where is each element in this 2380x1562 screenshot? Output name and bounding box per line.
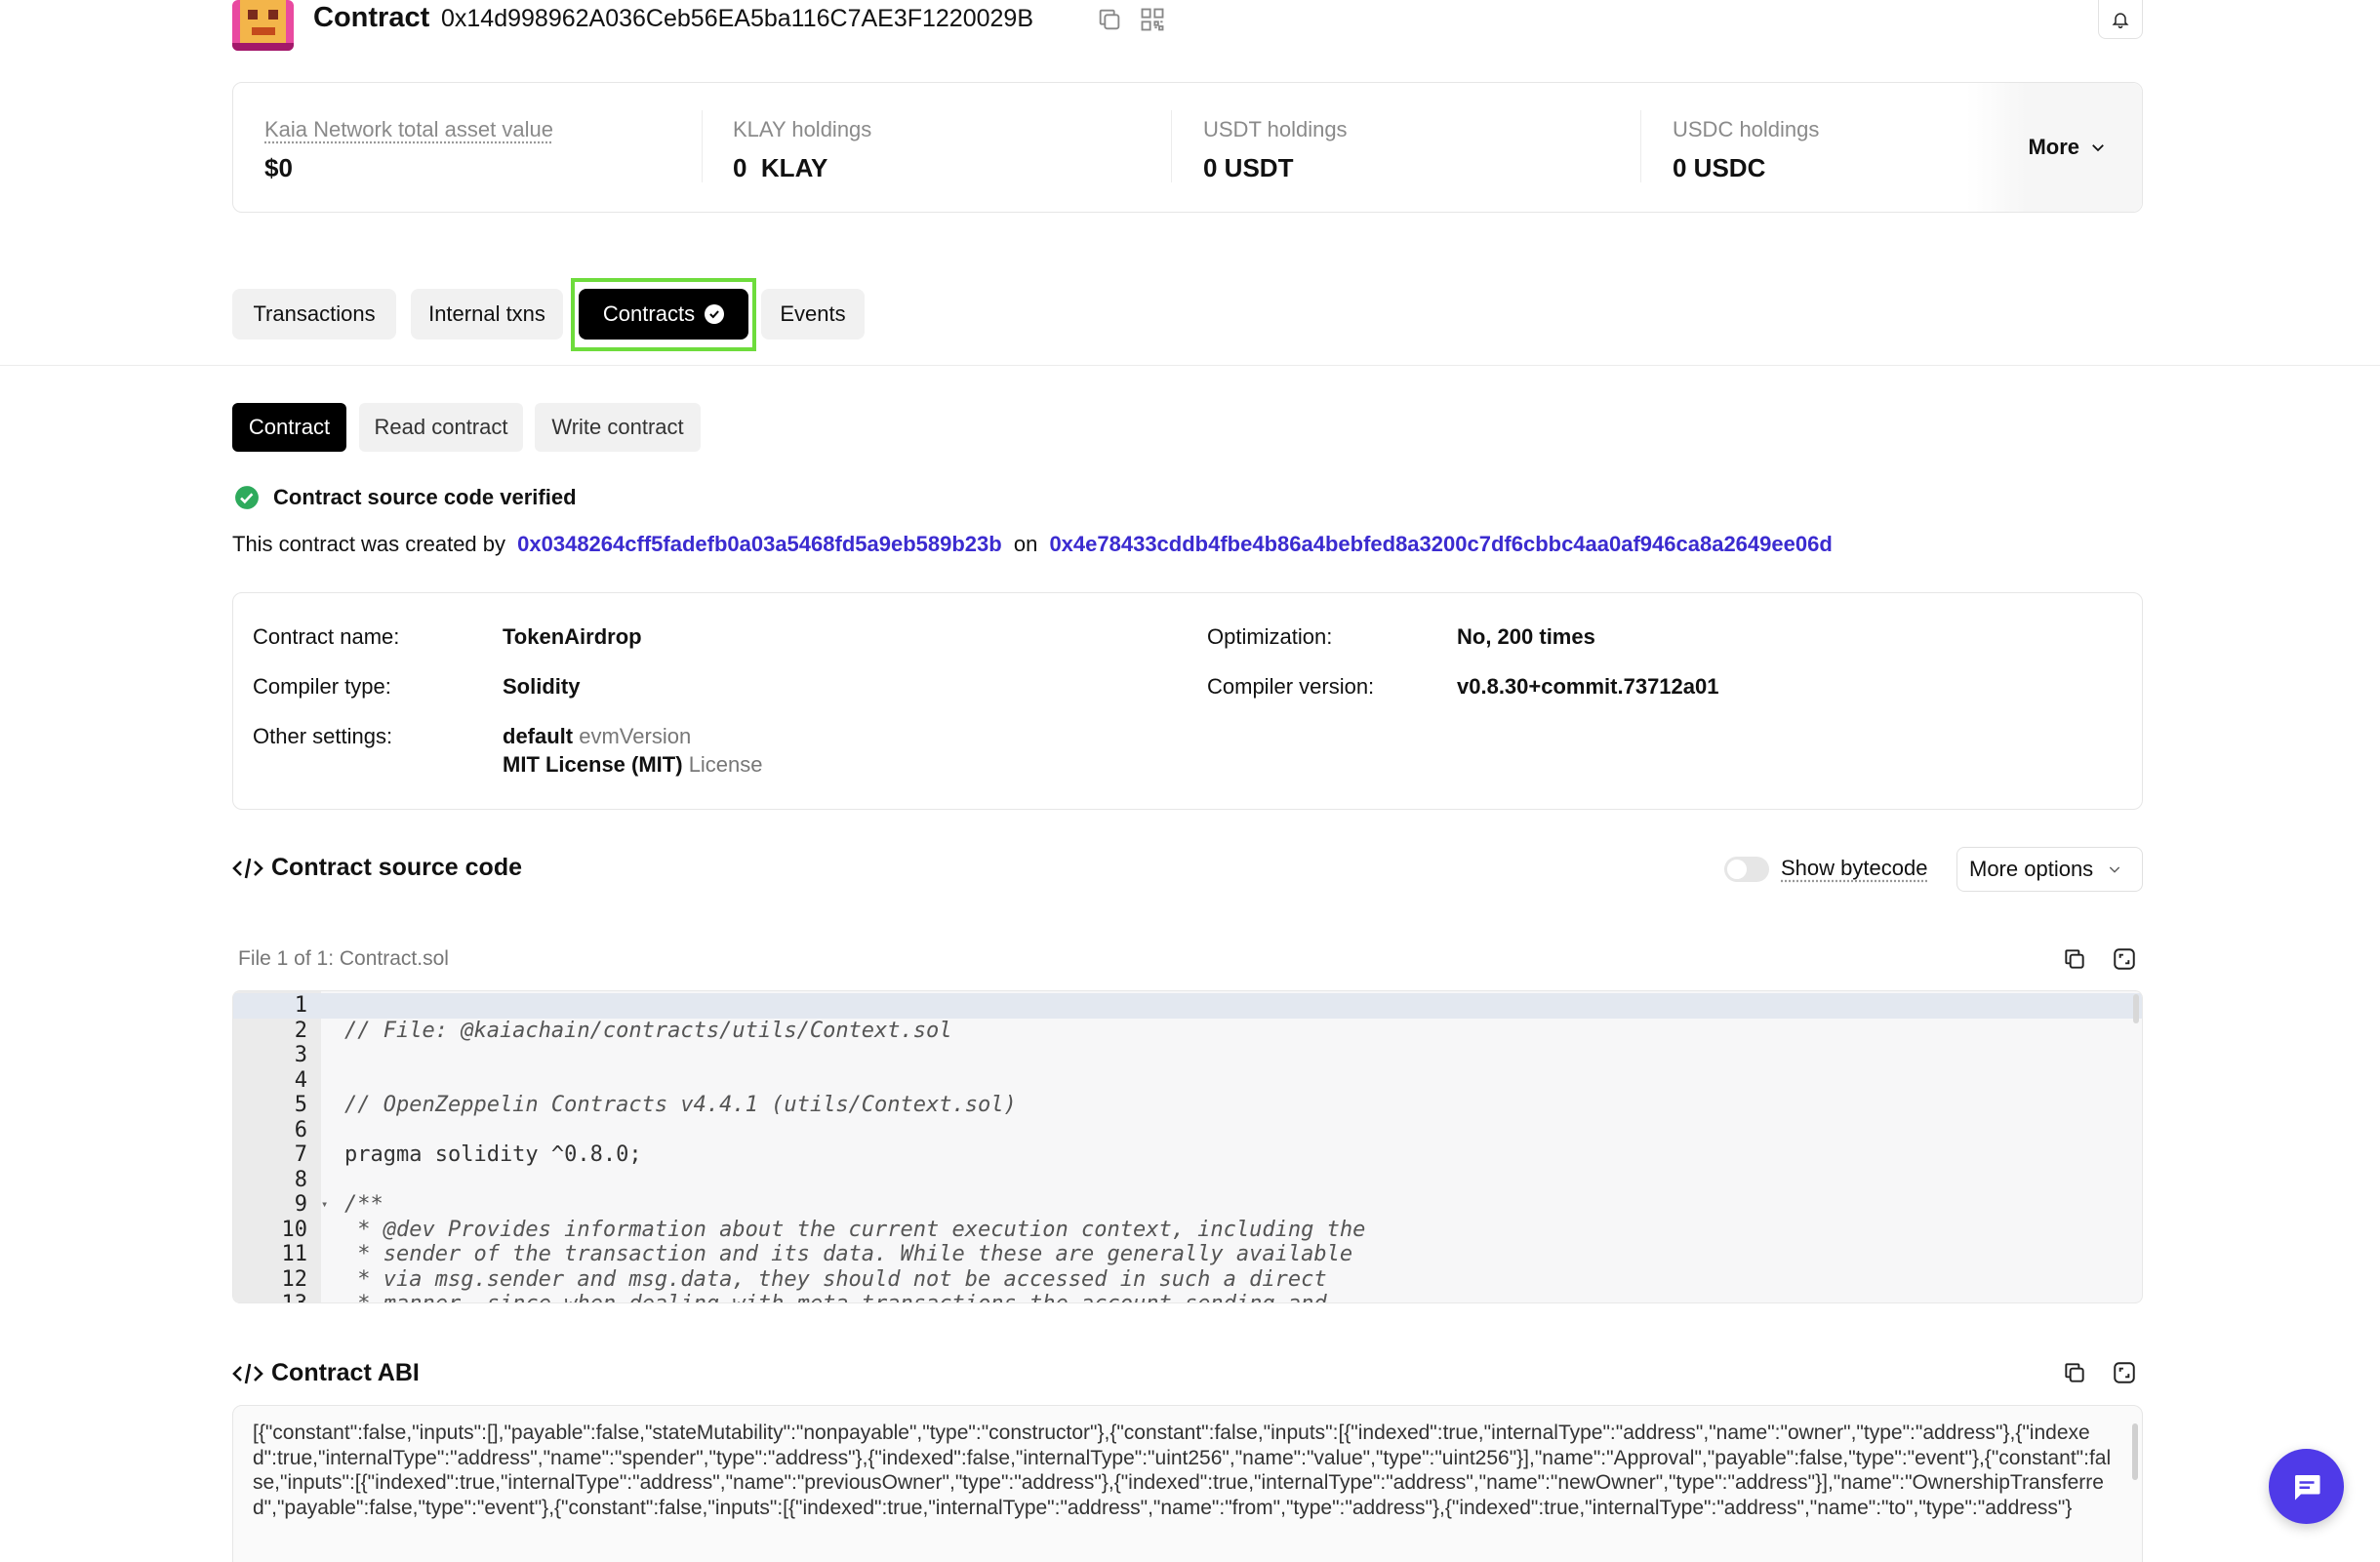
subtab-label: Write contract <box>551 415 684 439</box>
code-icon <box>232 1363 263 1383</box>
tab-label: Transactions <box>253 301 376 326</box>
compiler-version-value: v0.8.30+commit.73712a01 <box>1457 674 1719 699</box>
total-asset-value: $0 <box>264 153 293 182</box>
code-line: 9 ▾/** <box>294 1192 383 1218</box>
usdt-holdings-value: 0 USDT <box>1203 153 1294 182</box>
chevron-down-icon <box>2092 144 2104 152</box>
copy-icon[interactable] <box>2060 944 2089 974</box>
created-on: on <box>1013 532 1038 556</box>
check-circle-icon <box>235 486 259 509</box>
expand-icon[interactable] <box>2110 944 2139 974</box>
subtab-read-contract[interactable]: Read contract <box>359 403 523 452</box>
file-label: File 1 of 1: Contract.sol <box>238 947 449 970</box>
code-line: 5// OpenZeppelin Contracts v4.4.1 (utils… <box>294 1093 1017 1117</box>
copy-icon[interactable] <box>2060 1358 2089 1387</box>
tab-label: Internal txns <box>428 301 545 326</box>
abi-title-text: Contract ABI <box>271 1359 420 1386</box>
qr-code-icon[interactable] <box>1139 6 1166 33</box>
creation-info: This contract was created by 0x0348264cf… <box>232 532 1833 557</box>
holdings-divider <box>1171 110 1172 182</box>
tab-label: Events <box>780 301 846 326</box>
subtab-label: Contract <box>248 415 331 439</box>
more-holdings-button[interactable]: More <box>1966 83 2142 212</box>
code-line: 10 * @dev Provides information about the… <box>281 1217 1366 1242</box>
holdings-card: Kaia Network total asset value $0 KLAY h… <box>232 82 2143 213</box>
contract-name-label: Contract name: <box>253 624 400 649</box>
holdings-divider <box>702 110 703 182</box>
code-line: 4 <box>294 1067 307 1093</box>
other-settings-label: Other settings: <box>253 724 393 748</box>
code-line: 6 <box>294 1117 307 1142</box>
bell-icon <box>2112 12 2129 28</box>
source-code-title: Contract source code <box>232 854 522 882</box>
optimization-value: No, 200 times <box>1457 624 1595 649</box>
show-bytecode-label[interactable]: Show bytecode <box>1781 856 1927 881</box>
chat-icon <box>2294 1474 2319 1500</box>
evm-version-suffix: evmVersion <box>579 724 692 748</box>
license-setting: MIT License (MIT) License <box>503 752 763 778</box>
more-holdings-label: More <box>2028 135 2079 159</box>
evm-version-setting: default evmVersion <box>503 724 691 749</box>
subtab-write-contract[interactable]: Write contract <box>535 403 701 452</box>
tab-internal-txns[interactable]: Internal txns <box>411 289 563 340</box>
verified-status: Contract source code verified <box>234 485 577 510</box>
code-line: 2// File: @kaiachain/contracts/utils/Con… <box>294 1018 952 1043</box>
chat-button[interactable] <box>2269 1449 2344 1524</box>
section-divider <box>0 365 2380 366</box>
total-asset-label[interactable]: Kaia Network total asset value <box>264 117 553 142</box>
verified-text: Contract source code verified <box>273 485 577 509</box>
contract-info-card: Contract name: TokenAirdrop Compiler typ… <box>232 592 2143 810</box>
more-options-select[interactable]: More options <box>1956 847 2143 892</box>
abi-text: [{"constant":false,"inputs":[],"payable"… <box>253 1422 2112 1519</box>
compiler-version-label: Compiler version: <box>1207 674 1375 699</box>
code-line: 7 pragma solidity ^0.8.0; <box>294 1142 642 1167</box>
code-line: 12 * via msg.sender and msg.data, they s… <box>281 1266 1327 1292</box>
usdc-holdings-label: USDC holdings <box>1673 117 1820 141</box>
abi-title: Contract ABI <box>232 1359 420 1387</box>
usdt-holdings-label: USDT holdings <box>1203 117 1348 141</box>
tab-events[interactable]: Events <box>761 289 865 340</box>
holdings-divider <box>1640 110 1641 182</box>
show-bytecode-toggle[interactable] <box>1724 857 1769 882</box>
tab-highlight-box <box>571 278 756 351</box>
more-options-label: More options <box>1969 857 2094 881</box>
klay-holdings-value: 0 KLAY <box>733 153 828 182</box>
tab-transactions[interactable]: Transactions <box>232 289 396 340</box>
klay-holdings-label: KLAY holdings <box>733 117 872 141</box>
optimization-label: Optimization: <box>1207 624 1333 649</box>
subtab-contract[interactable]: Contract <box>232 403 346 452</box>
code-line: 8 <box>294 1167 307 1192</box>
license-value: MIT License (MIT) <box>503 752 683 777</box>
copy-icon[interactable] <box>1096 6 1123 33</box>
contract-avatar <box>232 0 294 51</box>
creator-address-link[interactable]: 0x0348264cff5fadefb0a03a5468fd5a9eb589b2… <box>517 532 1002 556</box>
evm-version-value: default <box>503 724 574 748</box>
creation-tx-link[interactable]: 0x4e78433cddb4fbe4b86a4bebfed8a3200c7df6… <box>1049 532 1832 556</box>
expand-icon[interactable] <box>2110 1358 2139 1387</box>
fold-arrow-icon[interactable]: ▾ <box>321 1192 328 1218</box>
page-header: Contract 0x14d998962A036Ceb56EA5ba116C7A… <box>232 0 2143 51</box>
code-line: 13 * manner, since when dealing with met… <box>233 1292 2142 1302</box>
code-line: 1 <box>233 993 2142 1019</box>
contract-address: 0x14d998962A036Ceb56EA5ba116C7AE3F122002… <box>441 5 1033 32</box>
created-prefix: This contract was created by <box>232 532 506 556</box>
code-icon <box>232 858 263 878</box>
usdc-holdings-value: 0 USDC <box>1673 153 1766 182</box>
page-title: Contract <box>313 2 430 33</box>
abi-scrollbar[interactable] <box>2132 1423 2138 1480</box>
notification-bell-button[interactable] <box>2098 0 2143 39</box>
code-line: 11 * sender of the transaction and its d… <box>281 1242 1353 1266</box>
source-code-title-text: Contract source code <box>271 854 523 881</box>
compiler-type-label: Compiler type: <box>253 674 391 699</box>
abi-textarea[interactable]: [{"constant":false,"inputs":[],"payable"… <box>232 1405 2143 1562</box>
code-line: 3 <box>294 1043 307 1067</box>
code-scrollbar[interactable] <box>2133 994 2139 1023</box>
contract-name-value: TokenAirdrop <box>503 624 642 649</box>
compiler-type-value: Solidity <box>503 674 581 699</box>
chevron-down-icon <box>2110 866 2120 873</box>
source-code-editor[interactable]: 1 2// File: @kaiachain/contracts/utils/C… <box>232 990 2143 1303</box>
license-suffix: License <box>688 752 763 777</box>
subtab-label: Read contract <box>374 415 508 439</box>
